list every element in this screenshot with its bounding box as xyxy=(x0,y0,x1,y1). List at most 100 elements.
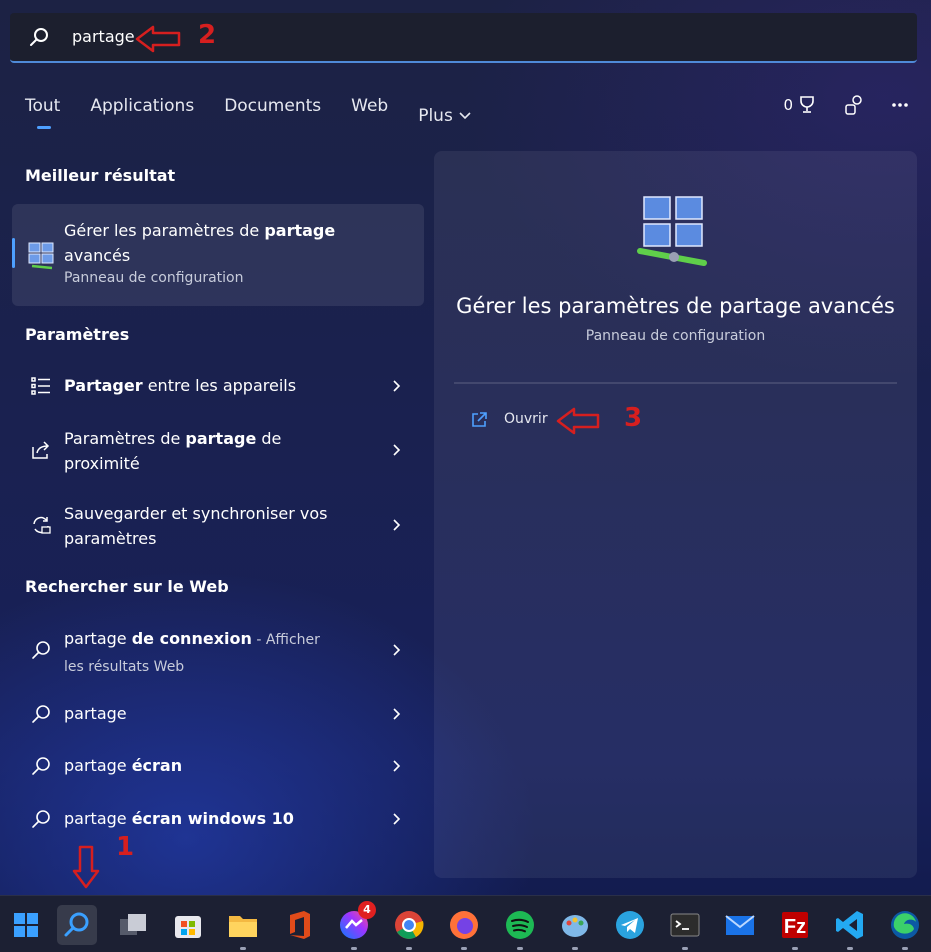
search-button[interactable] xyxy=(57,905,97,945)
open-action[interactable]: Ouvrir xyxy=(504,411,548,427)
task-view-icon[interactable] xyxy=(113,905,153,945)
running-indicator xyxy=(461,947,467,950)
store-icon[interactable] xyxy=(168,905,208,945)
settings-item[interactable]: Partager entre les appareils xyxy=(12,366,424,406)
annotation-arrow-left-icon xyxy=(556,407,600,435)
running-indicator xyxy=(847,947,853,950)
paint-icon[interactable] xyxy=(555,905,595,945)
annotation-arrow-left-icon xyxy=(135,25,181,53)
chevron-down-icon xyxy=(459,112,471,120)
tab-tout[interactable]: Tout xyxy=(25,96,60,136)
annotation-number: 1 xyxy=(116,832,135,862)
rewards-button[interactable]: 0 xyxy=(783,95,817,115)
running-indicator xyxy=(351,947,357,950)
spotify-icon[interactable] xyxy=(500,905,540,945)
web-search-label: partage de connexion - Afficher les résu… xyxy=(64,629,320,675)
best-result-heading: Meilleur résultat xyxy=(25,166,176,185)
annotation-number: 2 xyxy=(198,20,217,50)
running-indicator xyxy=(517,947,523,950)
settings-item[interactable]: Sauvegarder et synchroniser vos paramètr… xyxy=(12,497,424,553)
chevron-right-icon xyxy=(393,813,401,825)
best-result-subtitle: Panneau de configuration xyxy=(64,270,244,286)
tab-plus[interactable]: Plus xyxy=(418,96,471,136)
tab-label: Applications xyxy=(90,96,195,116)
filezilla-icon[interactable]: Fz xyxy=(775,905,815,945)
settings-heading: Paramètres xyxy=(25,325,130,344)
web-search-heading: Rechercher sur le Web xyxy=(25,577,229,596)
tab-documents[interactable]: Documents xyxy=(224,96,321,136)
selection-indicator xyxy=(12,238,15,268)
vscode-icon[interactable] xyxy=(830,905,870,945)
web-search-item[interactable]: partage de connexion - Afficher les résu… xyxy=(12,622,424,678)
office-icon[interactable] xyxy=(279,905,319,945)
more-options-icon[interactable] xyxy=(891,102,909,108)
account-switch-icon[interactable] xyxy=(843,94,865,116)
top-right-actions: 0 xyxy=(783,94,909,116)
search-icon xyxy=(32,705,50,723)
tab-label: Documents xyxy=(224,96,322,116)
search-icon xyxy=(32,810,50,828)
annotation-number: 3 xyxy=(624,403,643,433)
annotation-arrow-down-icon xyxy=(72,845,100,889)
filter-tabs: Tout Applications Documents Web Plus xyxy=(25,96,471,136)
settings-item-label: Sauvegarder et synchroniser vos paramètr… xyxy=(64,504,328,548)
preview-subtitle: Panneau de configuration xyxy=(585,328,766,344)
tab-label: Web xyxy=(351,96,389,116)
network-sharing-icon xyxy=(28,242,54,270)
sync-icon xyxy=(33,516,51,534)
share-icon xyxy=(32,441,50,459)
search-icon xyxy=(32,757,50,775)
start-icon[interactable] xyxy=(6,905,46,945)
preview-title: Gérer les paramètres de partage avancés xyxy=(456,294,895,318)
web-search-item[interactable]: partage écran windows 10 xyxy=(12,799,424,839)
taskbar: 4 Fz xyxy=(0,895,931,952)
telegram-icon[interactable] xyxy=(610,905,650,945)
settings-item-label: Partager entre les appareils xyxy=(64,376,297,395)
tab-applications[interactable]: Applications xyxy=(90,96,194,136)
tab-label: Plus xyxy=(418,106,453,126)
best-result-title: Gérer les paramètres de partage avancés xyxy=(64,221,336,265)
running-indicator xyxy=(406,947,412,950)
list-icon xyxy=(31,377,50,395)
running-indicator xyxy=(682,947,688,950)
search-icon xyxy=(32,641,50,659)
messenger-button[interactable]: 4 xyxy=(334,901,376,945)
web-search-label: partage xyxy=(64,704,127,723)
chevron-right-icon xyxy=(393,380,401,392)
chevron-right-icon xyxy=(393,444,401,456)
file-explorer-icon[interactable] xyxy=(223,905,263,945)
running-indicator xyxy=(792,947,798,950)
edge-icon[interactable] xyxy=(885,905,925,945)
running-indicator xyxy=(240,947,246,950)
mail-icon[interactable] xyxy=(720,905,760,945)
firefox-icon[interactable] xyxy=(444,905,484,945)
terminal-icon[interactable] xyxy=(665,905,705,945)
search-input[interactable]: partage xyxy=(72,27,135,46)
trophy-icon xyxy=(800,96,814,113)
settings-item-label: Paramètres de partage de proximité xyxy=(64,429,282,473)
chrome-icon[interactable] xyxy=(389,905,429,945)
rewards-points: 0 xyxy=(783,96,793,114)
web-search-item[interactable]: partage écran xyxy=(12,746,424,786)
chevron-right-icon xyxy=(393,760,401,772)
web-search-item[interactable]: partage xyxy=(12,694,424,734)
preview-panel: Gérer les paramètres de partage avancés … xyxy=(434,151,917,878)
settings-item[interactable]: Paramètres de partage de proximité xyxy=(12,422,424,478)
best-result-item[interactable]: Gérer les paramètres de partage avancés … xyxy=(12,204,424,306)
web-search-label: partage écran windows 10 xyxy=(64,809,294,828)
chevron-right-icon xyxy=(393,644,401,656)
chevron-right-icon xyxy=(393,708,401,720)
search-icon xyxy=(30,28,48,46)
running-indicator xyxy=(902,947,908,950)
tab-web[interactable]: Web xyxy=(351,96,388,136)
tab-label: Tout xyxy=(25,96,61,116)
running-indicator xyxy=(572,947,578,950)
open-external-icon[interactable] xyxy=(470,411,488,429)
chevron-right-icon xyxy=(393,519,401,531)
web-search-label: partage écran xyxy=(64,756,183,775)
network-sharing-icon xyxy=(637,196,707,266)
search-icon xyxy=(64,912,89,937)
svg-text:Fz: Fz xyxy=(784,916,806,938)
notification-badge: 4 xyxy=(358,901,376,919)
divider xyxy=(454,382,897,384)
